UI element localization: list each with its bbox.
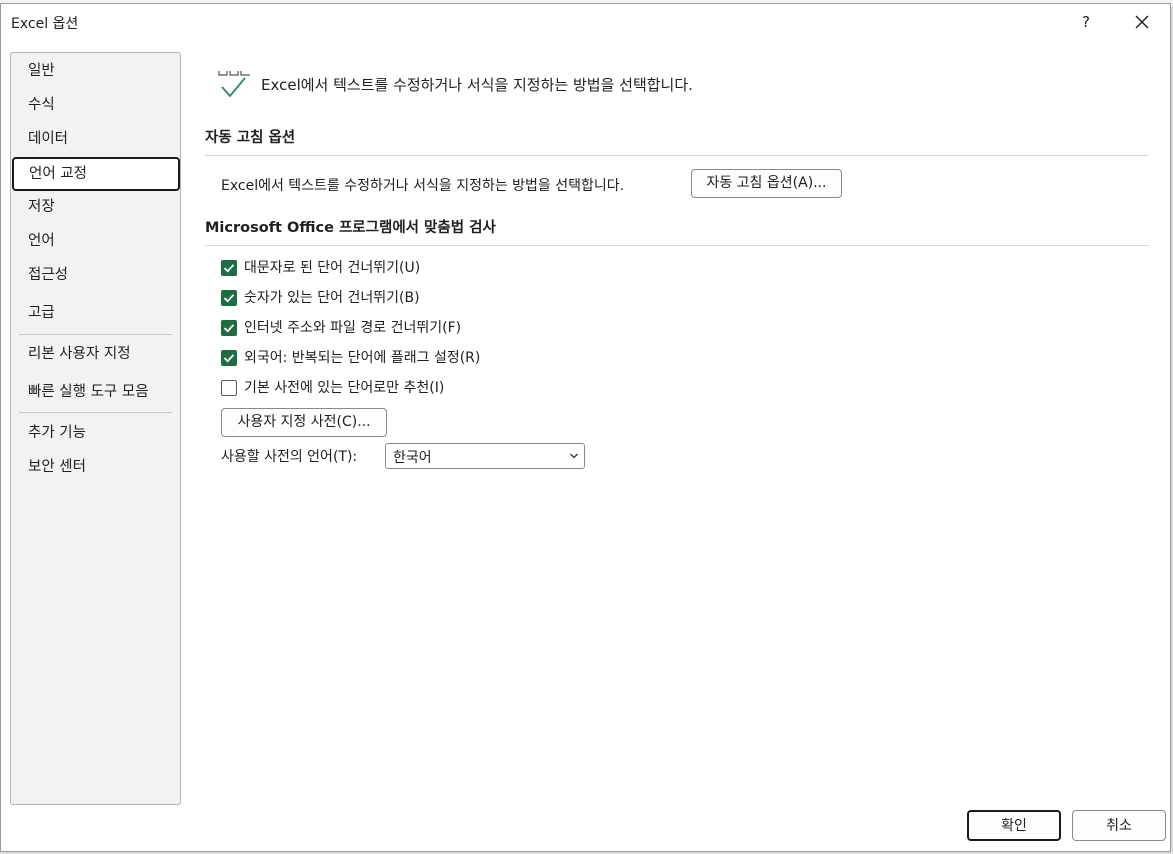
- category-sidebar: 일반 수식 데이터 언어 교정 저장 언어 접근성 고급 리본 사용자 지정 빠…: [10, 52, 181, 805]
- ignore-internet-paths-label[interactable]: 인터넷 주소와 파일 경로 건너뛰기(F): [244, 318, 461, 338]
- close-button[interactable]: [1127, 10, 1157, 36]
- excel-options-dialog: Excel 옵션 ? 일반 수식 데이터 언어 교정 저장 언어 접근성 고급 …: [0, 3, 1171, 852]
- section-divider: [205, 245, 1149, 246]
- autocorrect-section-title: 자동 고침 옵션: [205, 130, 296, 146]
- chevron-down-icon: [570, 453, 578, 459]
- autocorrect-options-button[interactable]: 자동 고침 옵션(A)...: [691, 169, 842, 198]
- title-bar: Excel 옵션 ?: [1, 4, 1170, 40]
- section-divider: [205, 155, 1149, 156]
- ignore-uppercase-checkbox[interactable]: [221, 260, 237, 276]
- checkmark-icon: [223, 264, 235, 273]
- proofing-abc-check-icon: [218, 71, 250, 98]
- sidebar-item-trust-center[interactable]: 보안 센터: [11, 450, 180, 484]
- checkmark-icon: [223, 324, 235, 333]
- cancel-button[interactable]: 취소: [1072, 810, 1166, 841]
- ignore-numbers-checkbox[interactable]: [221, 290, 237, 306]
- dialog-title: Excel 옵션: [11, 16, 79, 32]
- dictionary-language-select[interactable]: 한국어: [385, 443, 585, 469]
- ok-button[interactable]: 확인: [967, 810, 1061, 841]
- sidebar-item-general[interactable]: 일반: [11, 54, 180, 88]
- checkmark-icon: [223, 294, 235, 303]
- ignore-numbers-label[interactable]: 숫자가 있는 단어 건너뛰기(B): [244, 288, 420, 308]
- sidebar-item-proofing[interactable]: 언어 교정: [12, 157, 180, 191]
- sidebar-item-language[interactable]: 언어: [11, 224, 180, 258]
- flag-repeated-words-label[interactable]: 외국어: 반복되는 단어에 플래그 설정(R): [244, 348, 480, 368]
- sidebar-item-data[interactable]: 데이터: [11, 122, 180, 156]
- dictionary-language-label: 사용할 사전의 언어(T):: [221, 449, 358, 465]
- spelling-section-title: Microsoft Office 프로그램에서 맞춤법 검사: [205, 220, 496, 236]
- ignore-internet-paths-checkbox[interactable]: [221, 320, 237, 336]
- sidebar-item-save[interactable]: 저장: [11, 190, 180, 224]
- sidebar-item-accessibility[interactable]: 접근성: [11, 258, 180, 292]
- sidebar-item-quick-access-toolbar[interactable]: 빠른 실행 도구 모음: [11, 375, 180, 409]
- sidebar-divider: [19, 412, 172, 413]
- sidebar-item-customize-ribbon[interactable]: 리본 사용자 지정: [11, 337, 180, 371]
- suggest-main-dictionary-only-label[interactable]: 기본 사전에 있는 단어로만 추천(I): [244, 378, 444, 398]
- page-header-description: Excel에서 텍스트를 수정하거나 서식을 지정하는 방법을 선택합니다.: [261, 76, 693, 94]
- help-button[interactable]: ?: [1075, 10, 1097, 34]
- sidebar-item-formulas[interactable]: 수식: [11, 88, 180, 122]
- proofing-content-pane: Excel에서 텍스트를 수정하거나 서식을 지정하는 방법을 선택합니다. 자…: [181, 40, 1171, 800]
- autocorrect-description: Excel에서 텍스트를 수정하거나 서식을 지정하는 방법을 선택합니다.: [221, 178, 625, 194]
- sidebar-item-advanced[interactable]: 고급: [11, 296, 180, 330]
- ignore-uppercase-label[interactable]: 대문자로 된 단어 건너뛰기(U): [244, 258, 420, 278]
- dictionary-language-value: 한국어: [393, 450, 432, 466]
- flag-repeated-words-checkbox[interactable]: [221, 350, 237, 366]
- custom-dictionaries-button[interactable]: 사용자 지정 사전(C)...: [221, 408, 387, 437]
- close-icon: [1135, 15, 1149, 29]
- suggest-main-dictionary-only-checkbox[interactable]: [221, 380, 237, 396]
- sidebar-item-add-ins[interactable]: 추가 기능: [11, 416, 180, 450]
- checkmark-icon: [223, 354, 235, 363]
- sidebar-divider: [19, 334, 172, 335]
